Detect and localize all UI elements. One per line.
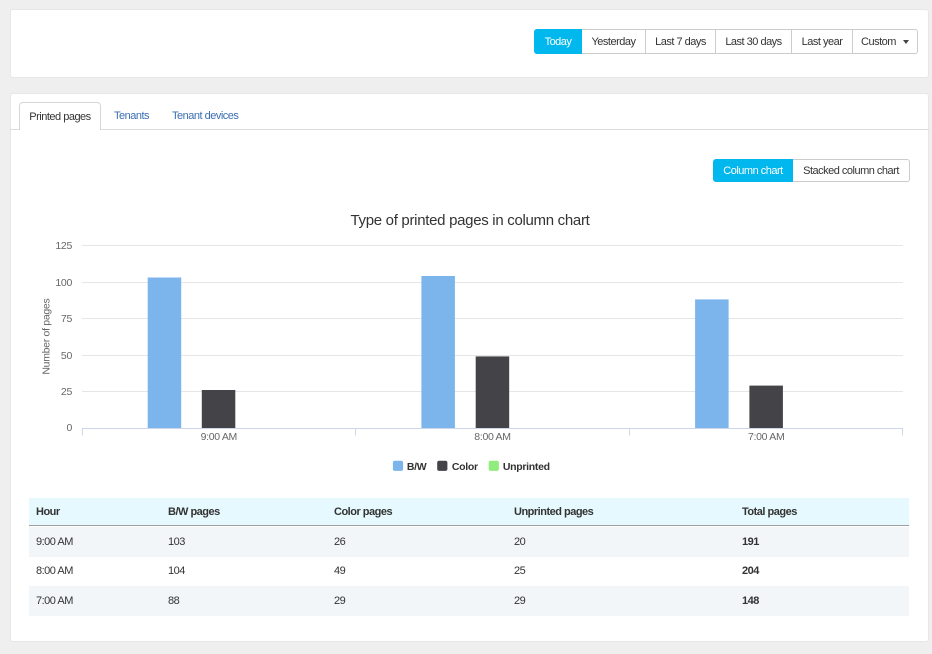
svg-text:0: 0 — [66, 422, 72, 434]
svg-text:Type of printed pages in colum: Type of printed pages in column chart — [350, 212, 590, 229]
svg-text:50: 50 — [61, 350, 73, 362]
svg-text:100: 100 — [55, 277, 72, 289]
svg-text:Unprinted: Unprinted — [503, 461, 550, 473]
svg-text:9:00 AM: 9:00 AM — [201, 431, 237, 443]
svg-text:25: 25 — [61, 386, 73, 398]
svg-text:125: 125 — [55, 240, 72, 252]
svg-text:7:00 AM: 7:00 AM — [748, 431, 784, 443]
svg-text:75: 75 — [61, 313, 73, 325]
svg-text:8:00 AM: 8:00 AM — [474, 431, 510, 443]
svg-text:B/W: B/W — [407, 461, 427, 473]
svg-text:Number of pages: Number of pages — [41, 299, 53, 375]
svg-text:Color: Color — [452, 461, 478, 473]
